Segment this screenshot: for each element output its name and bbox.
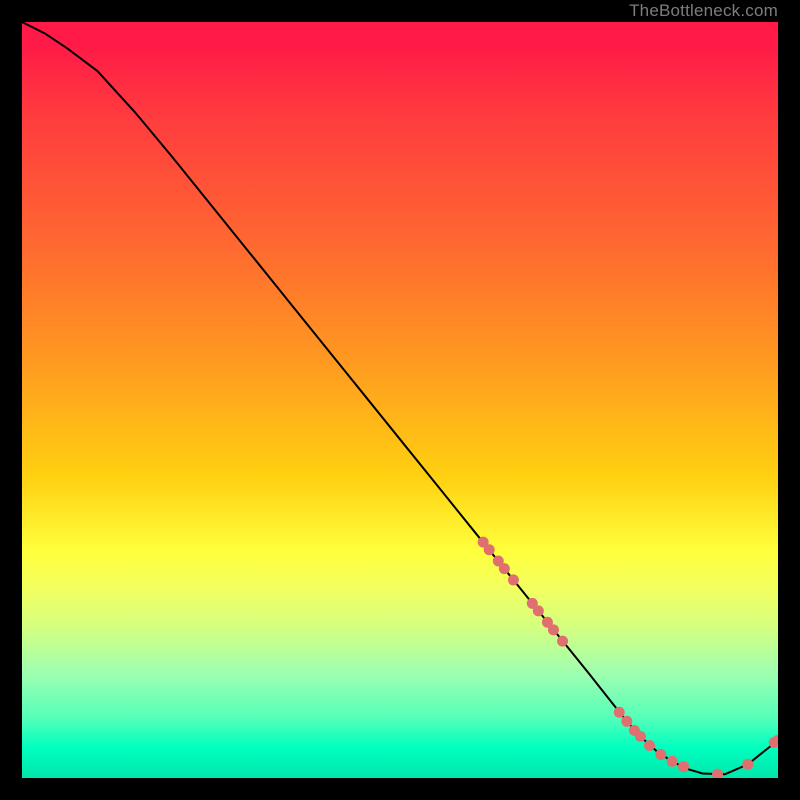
data-point — [533, 605, 544, 616]
data-point — [548, 624, 559, 635]
data-point — [499, 563, 510, 574]
data-point — [742, 759, 753, 770]
data-point — [644, 740, 655, 751]
data-point — [678, 761, 689, 772]
data-markers — [478, 537, 778, 778]
data-point — [557, 636, 568, 647]
data-point — [655, 749, 666, 760]
data-point — [635, 731, 646, 742]
chart-frame: TheBottleneck.com — [0, 0, 800, 800]
chart-svg — [22, 22, 778, 778]
data-point — [667, 756, 678, 767]
plot-area — [22, 22, 778, 778]
line-series — [22, 22, 778, 774]
data-point — [621, 716, 632, 727]
watermark-text: TheBottleneck.com — [629, 0, 778, 22]
data-point — [484, 544, 495, 555]
data-point — [508, 574, 519, 585]
data-point — [712, 769, 723, 778]
data-point — [614, 707, 625, 718]
